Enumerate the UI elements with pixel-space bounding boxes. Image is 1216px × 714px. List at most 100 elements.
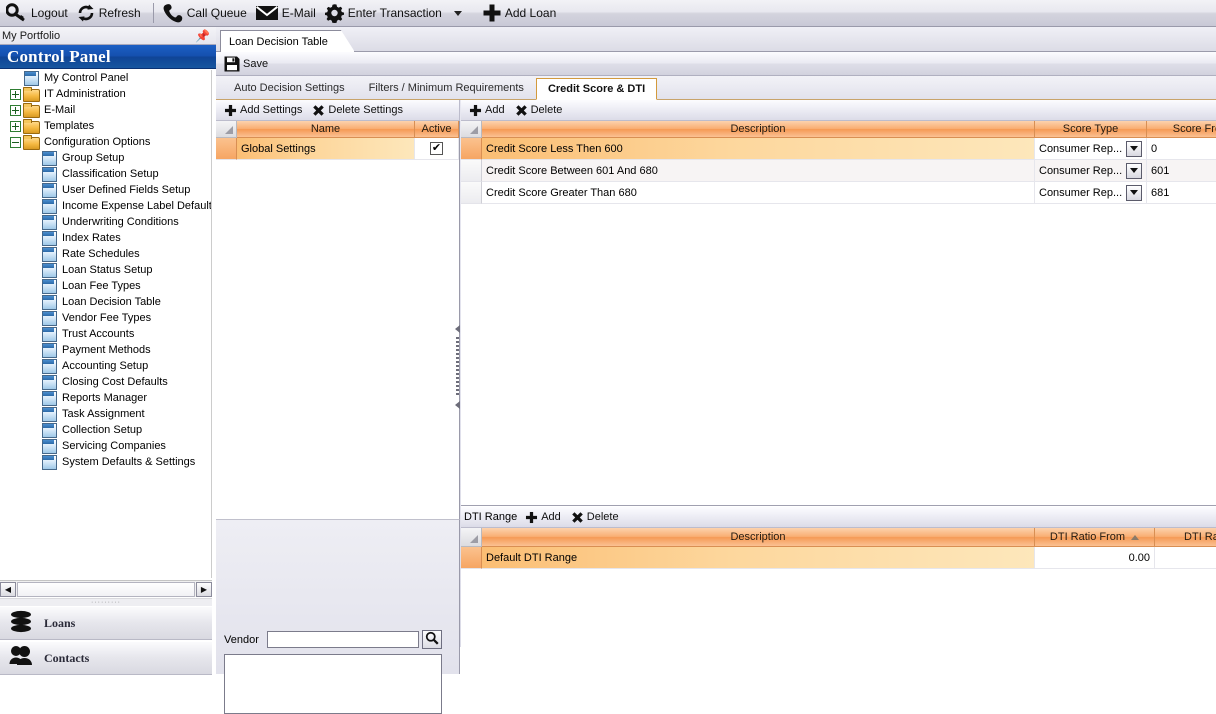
dti-range-grid[interactable]: Description DTI Ratio From DTI Ratio To … — [461, 528, 1216, 674]
expand-icon[interactable] — [10, 120, 21, 132]
column-header-score-from[interactable]: Score From — [1147, 121, 1216, 138]
row-selector-header[interactable] — [461, 528, 482, 547]
tree-item-servicing-companies[interactable]: Servicing Companies — [0, 438, 211, 454]
save-button[interactable]: Save — [224, 51, 274, 76]
cell-score-type[interactable]: Consumer Rep... — [1035, 138, 1147, 160]
column-header-dti-ratio-to[interactable]: DTI Ratio To — [1155, 528, 1216, 547]
tree-horizontal-scrollbar[interactable]: ◀ ▶ — [0, 580, 212, 597]
expand-icon[interactable] — [10, 88, 21, 100]
vendor-search-button[interactable] — [421, 630, 442, 649]
tree-item-loan-fee-types[interactable]: Loan Fee Types — [0, 278, 211, 294]
nav-button-loans[interactable]: Loans — [0, 606, 212, 640]
active-checkbox[interactable]: ✔ — [430, 142, 443, 155]
cell-score-from[interactable]: 601 — [1147, 160, 1216, 182]
table-row[interactable]: Credit Score Greater Than 680 Consumer Re… — [461, 182, 1216, 204]
logout-button[interactable]: Logout — [4, 1, 74, 26]
refresh-button[interactable]: Refresh — [74, 1, 147, 26]
cell-description[interactable]: Credit Score Greater Than 680 — [482, 182, 1035, 204]
scroll-left-button[interactable]: ◀ — [0, 581, 16, 597]
cell-score-type[interactable]: Consumer Rep... — [1035, 160, 1147, 182]
delete-button[interactable]: Delete — [515, 104, 562, 117]
pin-icon[interactable]: 📌 — [195, 29, 213, 43]
tree-item-trust-accounts[interactable]: Trust Accounts — [0, 326, 211, 342]
email-button[interactable]: E-Mail — [253, 1, 322, 26]
score-type-dropdown-button[interactable] — [1126, 140, 1142, 157]
tree-item-underwriting-conditions[interactable]: Underwriting Conditions — [0, 214, 211, 230]
tree-item-my-control-panel[interactable]: My Control Panel — [0, 70, 211, 86]
tree-item-system-defaults-settings[interactable]: System Defaults & Settings — [0, 454, 211, 470]
tree-item-task-assignment[interactable]: Task Assignment — [0, 406, 211, 422]
tab-filters-minimum-requirements[interactable]: Filters / Minimum Requirements — [357, 77, 536, 99]
column-header-dti-ratio-from[interactable]: DTI Ratio From — [1035, 528, 1155, 547]
tree-item-index-rates[interactable]: Index Rates — [0, 230, 211, 246]
tree-item-it-administration[interactable]: IT Administration — [0, 86, 211, 102]
column-header-description[interactable]: Description — [482, 528, 1035, 547]
cell-description[interactable]: Credit Score Less Then 600 — [482, 138, 1035, 160]
dti-delete-button[interactable]: Delete — [571, 511, 619, 524]
chevron-down-icon[interactable] — [453, 10, 462, 16]
collapse-icon[interactable] — [10, 136, 21, 148]
delete-settings-button[interactable]: Delete Settings — [312, 104, 403, 117]
cell-description[interactable]: Credit Score Between 601 And 680 — [482, 160, 1035, 182]
row-selector-header[interactable] — [461, 121, 482, 138]
tree-item-loan-decision-table[interactable]: Loan Decision Table — [0, 294, 211, 310]
tree-item-reports-manager[interactable]: Reports Manager — [0, 390, 211, 406]
tree-item-e-mail[interactable]: E-Mail — [0, 102, 211, 118]
table-row[interactable]: Credit Score Less Then 600 Consumer Rep..… — [461, 138, 1216, 160]
add-button[interactable]: Add — [469, 104, 505, 117]
call-queue-button[interactable]: Call Queue — [160, 1, 253, 26]
control-panel-tree[interactable]: My Control Panel IT Administration E-Mail T… — [0, 70, 212, 578]
tree-item-income-expense-label-defaults[interactable]: Income Expense Label Defaults — [0, 198, 211, 214]
row-selector[interactable] — [461, 182, 482, 204]
settings-grid[interactable]: Name Active Global Settings ✔ — [216, 121, 460, 519]
tree-item-templates[interactable]: Templates — [0, 118, 211, 134]
tree-item-payment-methods[interactable]: Payment Methods — [0, 342, 211, 358]
cell-dti-ratio-from[interactable]: 0.00 — [1035, 547, 1155, 569]
tab-loan-decision-table[interactable]: Loan Decision Table — [220, 30, 355, 52]
cell-name[interactable]: Global Settings — [237, 138, 415, 160]
cell-active[interactable]: ✔ — [415, 138, 459, 160]
column-header-score-type[interactable]: Score Type — [1035, 121, 1147, 138]
tree-item-loan-status-setup[interactable]: Loan Status Setup — [0, 262, 211, 278]
row-selector[interactable] — [461, 547, 482, 569]
column-header-name[interactable]: Name — [237, 121, 415, 138]
cell-dti-ratio-to[interactable]: 9 — [1155, 547, 1216, 569]
credit-score-grid[interactable]: Description Score Type Score From Credit… — [461, 121, 1216, 252]
enter-transaction-button[interactable]: Enter Transaction — [322, 1, 468, 26]
tree-item-accounting-setup[interactable]: Accounting Setup — [0, 358, 211, 374]
add-settings-button[interactable]: Add Settings — [224, 104, 302, 117]
panel-resize-grip[interactable]: ········· — [0, 598, 212, 606]
tree-item-user-defined-fields-setup[interactable]: User Defined Fields Setup — [0, 182, 211, 198]
expand-icon[interactable] — [10, 104, 21, 116]
table-row[interactable]: Global Settings ✔ — [216, 138, 459, 160]
row-selector[interactable] — [461, 138, 482, 160]
cell-score-from[interactable]: 0 — [1147, 138, 1216, 160]
tree-item-collection-setup[interactable]: Collection Setup — [0, 422, 211, 438]
tree-item-vendor-fee-types[interactable]: Vendor Fee Types — [0, 310, 211, 326]
column-header-active[interactable]: Active — [415, 121, 459, 138]
cell-score-type[interactable]: Consumer Rep... — [1035, 182, 1147, 204]
tab-auto-decision-settings[interactable]: Auto Decision Settings — [222, 77, 357, 99]
tree-item-rate-schedules[interactable]: Rate Schedules — [0, 246, 211, 262]
dti-add-button[interactable]: Add — [525, 511, 561, 524]
vendor-input[interactable] — [266, 631, 419, 648]
table-row[interactable]: Credit Score Between 601 And 680 Consumer… — [461, 160, 1216, 182]
tree-item-classification-setup[interactable]: Classification Setup — [0, 166, 211, 182]
cell-description[interactable]: Default DTI Range — [482, 547, 1035, 569]
row-selector-header[interactable] — [216, 121, 237, 138]
score-type-dropdown-button[interactable] — [1126, 162, 1142, 179]
vendor-results-list[interactable] — [224, 654, 442, 714]
tree-item-configuration-options[interactable]: Configuration Options — [0, 134, 211, 150]
add-loan-button[interactable]: Add Loan — [480, 1, 562, 26]
column-header-description[interactable]: Description — [482, 121, 1035, 138]
tree-item-closing-cost-defaults[interactable]: Closing Cost Defaults — [0, 374, 211, 390]
scroll-track[interactable] — [17, 581, 195, 597]
tree-item-group-setup[interactable]: Group Setup — [0, 150, 211, 166]
tab-credit-score-dti[interactable]: Credit Score & DTI — [535, 78, 658, 100]
nav-button-contacts[interactable]: Contacts — [0, 641, 212, 675]
row-selector[interactable] — [216, 138, 237, 160]
scroll-right-button[interactable]: ▶ — [196, 581, 212, 597]
score-type-dropdown-button[interactable] — [1126, 184, 1142, 201]
table-row[interactable]: Default DTI Range 0.00 9 — [461, 547, 1216, 569]
row-selector[interactable] — [461, 160, 482, 182]
